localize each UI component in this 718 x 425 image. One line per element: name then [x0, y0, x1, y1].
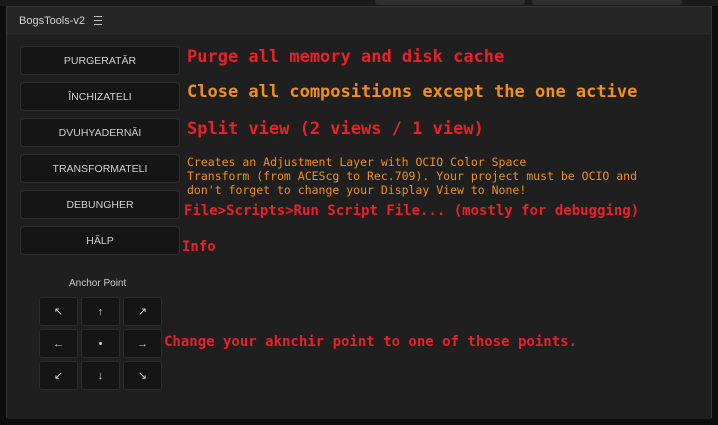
anchor-point-grid: ↖ ↑ ↗ ← • → ↙ ↓ ↘	[39, 297, 165, 391]
host-tab	[532, 0, 682, 5]
debug-description: File>Scripts>Run Script File... (mostly …	[184, 203, 640, 219]
panel-body: PURGERATĂR ÎNCHIZATELI DVUHYADERNĂI TRAN…	[7, 36, 711, 419]
anchor-center-icon[interactable]: •	[81, 329, 120, 358]
anchor-description: Change your aknchir point to one of thos…	[164, 334, 578, 350]
anchor-middle-right-icon[interactable]: →	[123, 329, 162, 358]
anchor-top-right-icon[interactable]: ↗	[123, 297, 162, 326]
bogstools-panel: BogsTools-v2 PURGERATĂR ÎNCHIZATELI DVUH…	[6, 6, 712, 419]
split-description: Split view (2 views / 1 view)	[187, 119, 484, 139]
transform-description-line-2: Transform (from ACEScg to Rec.709). Your…	[187, 169, 638, 183]
purge-description: Purge all memory and disk cache	[187, 47, 505, 67]
help-description: Info	[182, 239, 216, 255]
anchor-bottom-right-icon[interactable]: ↘	[123, 361, 162, 390]
anchor-bottom-left-icon[interactable]: ↙	[39, 361, 78, 390]
panel-header: BogsTools-v2	[7, 7, 711, 36]
host-tab	[375, 0, 525, 5]
panel-title: BogsTools-v2	[19, 15, 86, 27]
close-compositions-button[interactable]: ÎNCHIZATELI	[20, 82, 180, 111]
transform-button[interactable]: TRANSFORMATELI	[20, 154, 180, 183]
anchor-top-center-icon[interactable]: ↑	[81, 297, 120, 326]
split-view-button[interactable]: DVUHYADERNĂI	[20, 118, 180, 147]
purge-button[interactable]: PURGERATĂR	[20, 46, 180, 75]
anchor-top-left-icon[interactable]: ↖	[39, 297, 78, 326]
hamburger-menu-icon[interactable]	[94, 16, 102, 25]
close-description: Close all compositions except the one ac…	[187, 82, 638, 102]
transform-description-line-3: don't forget to change your Display View…	[187, 183, 527, 197]
anchor-middle-left-icon[interactable]: ←	[39, 329, 78, 358]
anchor-point-label: Anchor Point	[69, 278, 127, 289]
help-button[interactable]: HĂLP	[20, 226, 180, 255]
debug-button[interactable]: DEBUNGHER	[20, 190, 180, 219]
transform-description-line-1: Creates an Adjustment Layer with OCIO Co…	[187, 155, 527, 169]
anchor-bottom-center-icon[interactable]: ↓	[81, 361, 120, 390]
